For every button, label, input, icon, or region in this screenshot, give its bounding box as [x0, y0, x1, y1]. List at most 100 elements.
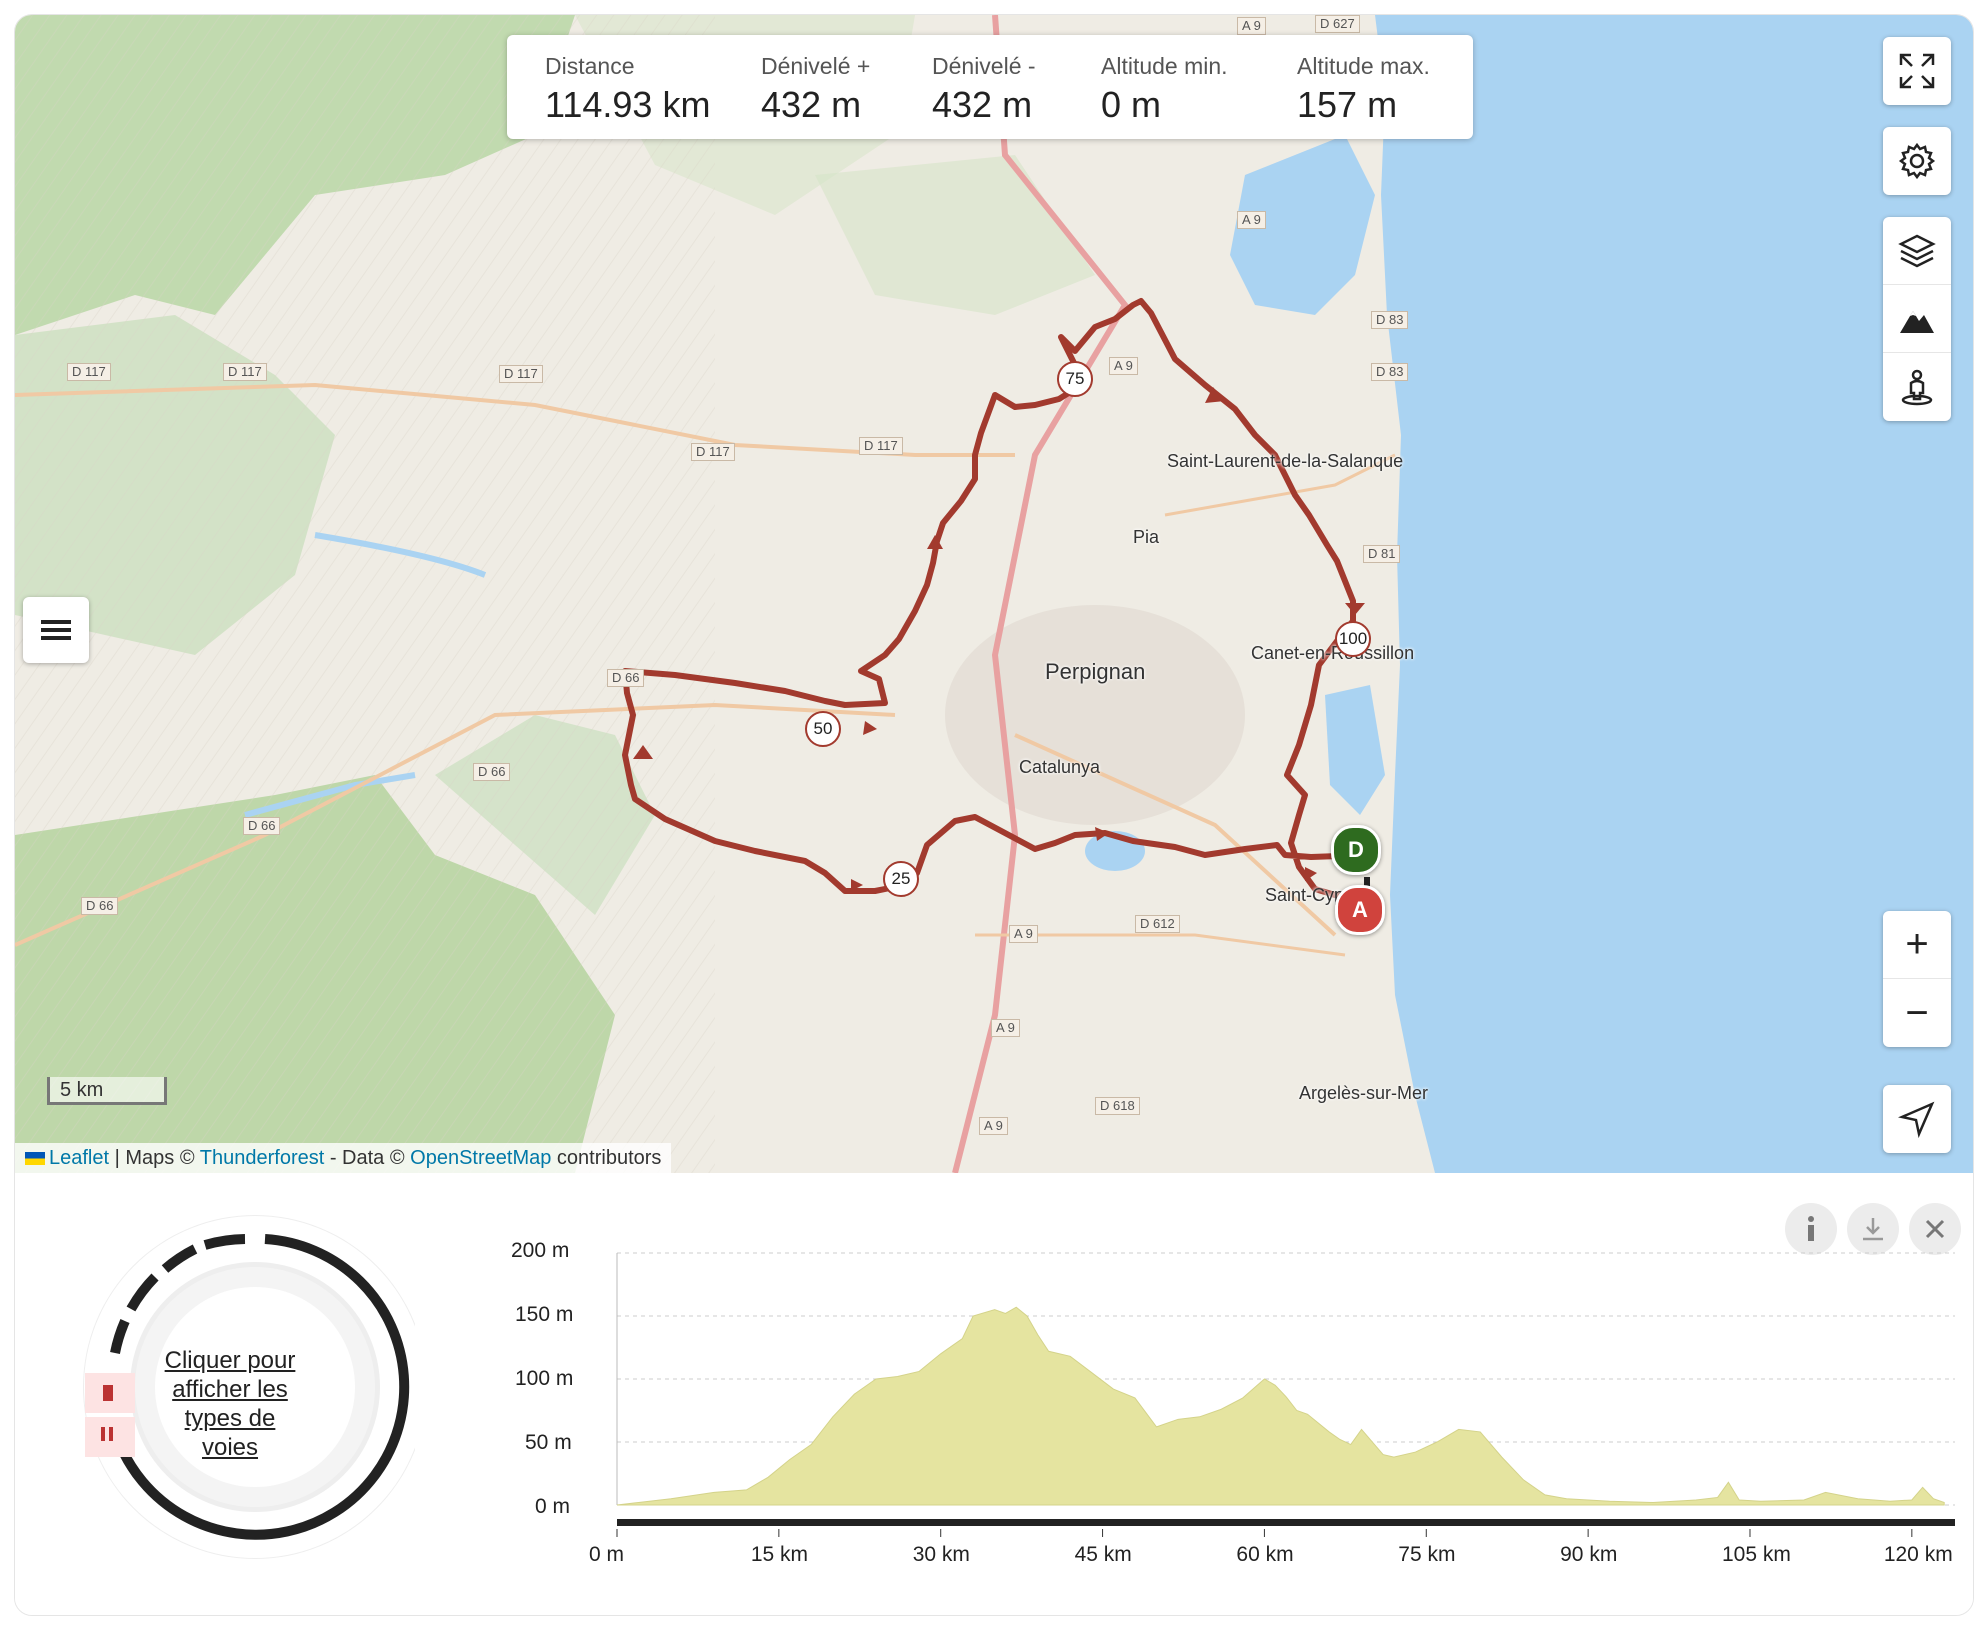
terrain-button[interactable]	[1883, 285, 1951, 353]
settings-control[interactable]	[1883, 127, 1951, 195]
x-tick-label: 15 km	[750, 1543, 809, 1566]
stat-value: 432 m	[761, 84, 862, 125]
km-marker[interactable]: 75	[1057, 361, 1093, 397]
streetview-button[interactable]	[1883, 353, 1951, 421]
y-tick-label: 100 m	[515, 1367, 574, 1390]
road-label: D 117	[691, 443, 735, 461]
zoom-in-icon: +	[1905, 922, 1929, 966]
road-label: D 618	[1095, 1097, 1140, 1115]
route-stats-panel: Distance 114.93 km Dénivelé + 432 m Déni…	[507, 35, 1473, 139]
menu-button[interactable]	[23, 597, 89, 663]
stat-distance: Distance 114.93 km	[545, 53, 710, 126]
road-label: D 627	[1315, 15, 1360, 33]
road-label: A 9	[1109, 357, 1138, 375]
locate-button[interactable]	[1883, 1085, 1951, 1153]
road-label: A 9	[1009, 925, 1038, 943]
start-marker[interactable]: D	[1331, 825, 1381, 875]
road-label: A 9	[1237, 211, 1266, 229]
zoom-in-button[interactable]: +	[1883, 911, 1951, 979]
road-label: A 9	[979, 1117, 1008, 1135]
x-tick-label: 60 km	[1236, 1543, 1294, 1566]
settings-button[interactable]	[1883, 127, 1951, 195]
place-label: Argelès-sur-Mer	[1299, 1083, 1429, 1103]
stat-value: 157 m	[1297, 84, 1398, 125]
x-tick-label: 120 km	[1883, 1543, 1953, 1566]
road-label: D 66	[243, 817, 281, 835]
stat-label: Distance	[545, 53, 635, 79]
hamburger-icon	[41, 620, 71, 640]
road-label: D 117	[499, 365, 543, 383]
elevation-area	[616, 1306, 1945, 1506]
place-label: Perpignan	[1045, 659, 1146, 684]
place-label: Catalunya	[1019, 757, 1101, 777]
stat-elevation-loss: Dénivelé - 432 m	[932, 53, 1036, 126]
road-label: D 83	[1371, 311, 1409, 329]
road-label: D 612	[1135, 915, 1180, 933]
attribution-text: - Data ©	[324, 1147, 411, 1169]
place-label: Saint-Laurent-de-la-Salanque	[1167, 451, 1404, 471]
stat-value: 0 m	[1101, 84, 1162, 125]
x-tick-label: 105 km	[1721, 1543, 1791, 1566]
stat-label: Dénivelé -	[932, 53, 1036, 79]
y-tick-label: 50 m	[525, 1431, 572, 1454]
x-tick-label: 75 km	[1398, 1543, 1456, 1566]
stat-altitude-min: Altitude min. 0 m	[1101, 53, 1228, 126]
attribution-text: contributors	[551, 1147, 662, 1169]
road-label: D 81	[1363, 545, 1401, 563]
road-types-link[interactable]: Cliquer pour afficher les types de voies	[157, 1346, 303, 1462]
road-type-strip	[617, 1519, 1955, 1526]
layers-control-group	[1883, 217, 1951, 421]
layers-icon	[1898, 234, 1936, 267]
km-marker[interactable]: 25	[883, 861, 919, 897]
elevation-chart[interactable]	[575, 1213, 1974, 1543]
road-label: D 117	[67, 363, 111, 381]
x-tick-label: 90 km	[1560, 1543, 1618, 1566]
road-label: A 9	[991, 1019, 1020, 1037]
road-label: A 9	[1237, 17, 1266, 35]
attribution-text: | Maps ©	[109, 1147, 200, 1169]
road-label: D 66	[81, 897, 119, 915]
zoom-out-icon: −	[1905, 990, 1929, 1035]
x-tick-label: 45 km	[1074, 1543, 1132, 1566]
terrain-icon	[1900, 310, 1934, 333]
zoom-control: + −	[1883, 911, 1951, 1047]
streetview-icon	[1901, 369, 1933, 406]
road-label: D 66	[607, 669, 645, 687]
y-tick-label: 150 m	[515, 1303, 574, 1326]
x-tick-label: 0 m	[589, 1543, 625, 1566]
stat-elevation-gain: Dénivelé + 432 m	[761, 53, 870, 126]
road-label: D 83	[1371, 363, 1409, 381]
map-canvas[interactable]	[15, 15, 1973, 1173]
settings-icon	[1898, 142, 1936, 180]
y-tick-label: 200 m	[511, 1239, 570, 1262]
stat-value: 114.93 km	[545, 84, 711, 125]
road-label: D 117	[223, 363, 267, 381]
place-label: Pia	[1133, 527, 1160, 547]
km-marker[interactable]: 100	[1335, 621, 1371, 657]
road-label: D 66	[473, 763, 511, 781]
locate-icon	[1898, 1101, 1935, 1138]
leaflet-link[interactable]: Leaflet	[49, 1147, 109, 1169]
x-tick-label: 30 km	[912, 1543, 970, 1566]
thunderforest-link[interactable]: Thunderforest	[200, 1147, 325, 1169]
fullscreen-control[interactable]	[1883, 37, 1951, 105]
map-view[interactable]: A 9 A 9 A 9 A 9 A 9 A 9 D 627 D 83 D 83 …	[15, 15, 1973, 1173]
fullscreen-icon	[1899, 53, 1935, 89]
ukraine-flag-icon	[25, 1152, 45, 1166]
stat-label: Dénivelé +	[761, 53, 871, 79]
road-label: D 117	[859, 437, 903, 455]
y-tick-label: 0 m	[535, 1495, 571, 1518]
stat-altitude-max: Altitude max. 157 m	[1297, 53, 1430, 126]
locate-control[interactable]	[1883, 1085, 1951, 1153]
zoom-out-button[interactable]: −	[1883, 979, 1951, 1047]
osm-link[interactable]: OpenStreetMap	[410, 1147, 551, 1169]
app-frame: A 9 A 9 A 9 A 9 A 9 A 9 D 627 D 83 D 83 …	[14, 14, 1974, 1616]
place-label: Canet-en-Roussillon	[1251, 643, 1415, 663]
end-marker[interactable]: A	[1335, 885, 1385, 935]
stat-value: 432 m	[932, 84, 1033, 125]
layers-button[interactable]	[1883, 217, 1951, 285]
fullscreen-button[interactable]	[1883, 37, 1951, 105]
map-attribution: Leaflet | Maps © Thunderforest - Data © …	[15, 1143, 672, 1173]
km-marker[interactable]: 50	[805, 711, 841, 747]
elevation-panel: Cliquer pour afficher les types de voies…	[15, 1173, 1973, 1615]
